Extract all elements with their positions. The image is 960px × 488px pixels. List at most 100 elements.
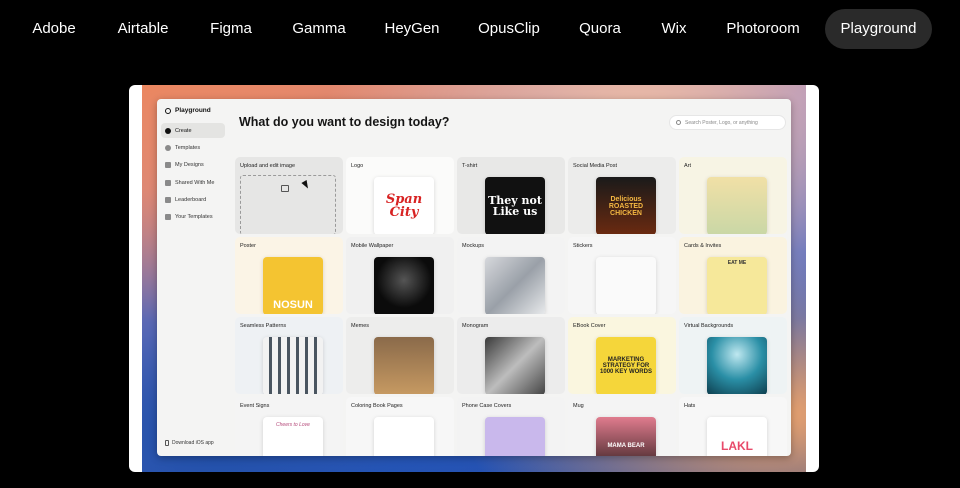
card-mobile-wallpaper[interactable]: Mobile Wallpaper [346, 237, 454, 314]
sidebar-item-label: Leaderboard [175, 196, 207, 203]
sidebar-item-label: Templates [175, 144, 201, 151]
logo-thumbnail: Span City [374, 177, 434, 234]
card-tshirt[interactable]: T-shirt They not Like us [457, 157, 565, 234]
card-label: Monogram [462, 323, 489, 329]
poster-thumbnail: NOSUN [263, 257, 323, 314]
sidebar: Playground Create Templates My Designs S… [157, 99, 230, 456]
sidebar-item-create[interactable]: Create [161, 123, 225, 138]
folder-icon [165, 161, 171, 168]
tshirt-thumbnail: They not Like us [485, 177, 545, 234]
sidebar-item-label: My Designs [175, 161, 204, 168]
thumb-text: Span City [385, 192, 423, 220]
art-thumbnail [707, 177, 767, 234]
tab-adobe[interactable]: Adobe [20, 9, 88, 49]
sidebar-item-shared[interactable]: Shared With Me [161, 175, 225, 190]
mug-thumbnail: MAMA BEAR [596, 417, 656, 456]
pattern-thumbnail [263, 337, 323, 394]
ebook-thumbnail: MARKETING STRATEGY FOR 1000 KEY WORDS [596, 337, 656, 394]
page-title: What do you want to design today? [239, 115, 450, 129]
tab-bar: Adobe Airtable Figma Gamma HeyGen OpusCl… [0, 9, 960, 49]
sidebar-item-your-templates[interactable]: Your Templates [161, 209, 225, 224]
card-label: Seamless Patterns [240, 323, 287, 329]
card-label: Memes [351, 323, 370, 329]
wallpaper-thumbnail [374, 257, 434, 314]
card-mockups[interactable]: Mockups [457, 237, 565, 314]
tab-playground[interactable]: Playground [825, 9, 932, 49]
invite-thumbnail: EAT ME [707, 257, 767, 314]
share-icon [165, 179, 171, 186]
sidebar-item-leaderboard[interactable]: Leaderboard [161, 192, 225, 207]
card-upload[interactable]: Upload and edit image [235, 157, 343, 234]
tab-heygen[interactable]: HeyGen [374, 9, 450, 49]
card-art[interactable]: Art [679, 157, 787, 234]
thumb-text: MAMA BEAR [607, 443, 645, 449]
sidebar-item-my-designs[interactable]: My Designs [161, 157, 225, 172]
tab-gamma[interactable]: Gamma [280, 9, 358, 49]
meme-thumbnail [374, 337, 434, 394]
card-cards-invites[interactable]: Cards & Invites EAT ME [679, 237, 787, 314]
sidebar-item-templates[interactable]: Templates [161, 140, 225, 155]
card-label: Virtual Backgrounds [684, 323, 734, 329]
card-label: Hats [684, 403, 696, 409]
upload-dropzone[interactable] [240, 175, 336, 234]
card-social-media-post[interactable]: Social Media Post Delicious ROASTED CHIC… [568, 157, 676, 234]
tab-photoroom[interactable]: Photoroom [716, 9, 810, 49]
card-label: Logo [351, 163, 364, 169]
card-event-signs[interactable]: Event Signs Cheers to Love [235, 397, 343, 456]
thumb-text: LAKL [721, 439, 753, 453]
card-logo[interactable]: Logo Span City [346, 157, 454, 234]
card-label: Cards & Invites [684, 243, 722, 249]
image-add-icon [281, 185, 289, 192]
card-label: Mug [573, 403, 584, 409]
card-coloring-book[interactable]: Coloring Book Pages [346, 397, 454, 456]
thumb-text: MARKETING STRATEGY FOR 1000 KEY WORDS [600, 357, 652, 375]
card-label: Event Signs [240, 403, 270, 409]
playground-app-window: Playground Create Templates My Designs S… [157, 99, 791, 456]
card-stickers[interactable]: Stickers [568, 237, 676, 314]
phone-case-thumbnail [485, 417, 545, 456]
tab-airtable[interactable]: Airtable [104, 9, 182, 49]
card-label: Art [684, 163, 692, 169]
card-label: Upload and edit image [240, 163, 296, 169]
card-label: Coloring Book Pages [351, 403, 403, 409]
tab-quora[interactable]: Quora [568, 9, 632, 49]
template-grid: Upload and edit image Logo Span City T-s… [235, 157, 791, 456]
card-ebook-cover[interactable]: EBook Cover MARKETING STRATEGY FOR 1000 … [568, 317, 676, 394]
phone-icon [165, 440, 169, 446]
templates-icon [165, 144, 171, 151]
card-label: Phone Case Covers [462, 403, 512, 409]
card-label: Poster [240, 243, 256, 249]
tab-opusclip[interactable]: OpusClip [466, 9, 552, 49]
hat-thumbnail: LAKL [707, 417, 767, 456]
card-phone-case[interactable]: Phone Case Covers [457, 397, 565, 456]
card-label: T-shirt [462, 163, 478, 169]
coloring-thumbnail [374, 417, 434, 456]
mockup-thumbnail [485, 257, 545, 314]
screenshot-frame: Playground Create Templates My Designs S… [129, 85, 819, 472]
download-ios-link[interactable]: Download iOS app [165, 440, 214, 446]
brand[interactable]: Playground [165, 107, 211, 114]
card-label: EBook Cover [573, 323, 606, 329]
tab-figma[interactable]: Figma [198, 9, 264, 49]
card-memes[interactable]: Memes [346, 317, 454, 394]
card-seamless-patterns[interactable]: Seamless Patterns [235, 317, 343, 394]
search-input[interactable]: Search Poster, Logo, or anything [669, 115, 786, 130]
playground-logo-icon [165, 107, 171, 114]
social-post-thumbnail: Delicious ROASTED CHICKEN [596, 177, 656, 234]
card-monogram[interactable]: Monogram [457, 317, 565, 394]
trophy-icon [165, 196, 171, 203]
card-virtual-backgrounds[interactable]: Virtual Backgrounds [679, 317, 787, 394]
tab-wix[interactable]: Wix [648, 9, 700, 49]
sidebar-item-label: Your Templates [175, 213, 213, 220]
card-label: Mockups [462, 243, 485, 249]
sidebar-item-label: Create [175, 127, 192, 134]
card-poster[interactable]: Poster NOSUN [235, 237, 343, 314]
thumb-text: EAT ME [727, 260, 747, 266]
search-placeholder: Search Poster, Logo, or anything [685, 119, 758, 126]
card-mug[interactable]: Mug MAMA BEAR [568, 397, 676, 456]
sidebar-item-label: Shared With Me [175, 179, 215, 186]
background-thumbnail [707, 337, 767, 394]
thumb-text: Delicious ROASTED CHICKEN [608, 195, 644, 217]
event-sign-thumbnail: Cheers to Love [263, 417, 323, 456]
card-hats[interactable]: Hats LAKL [679, 397, 787, 456]
